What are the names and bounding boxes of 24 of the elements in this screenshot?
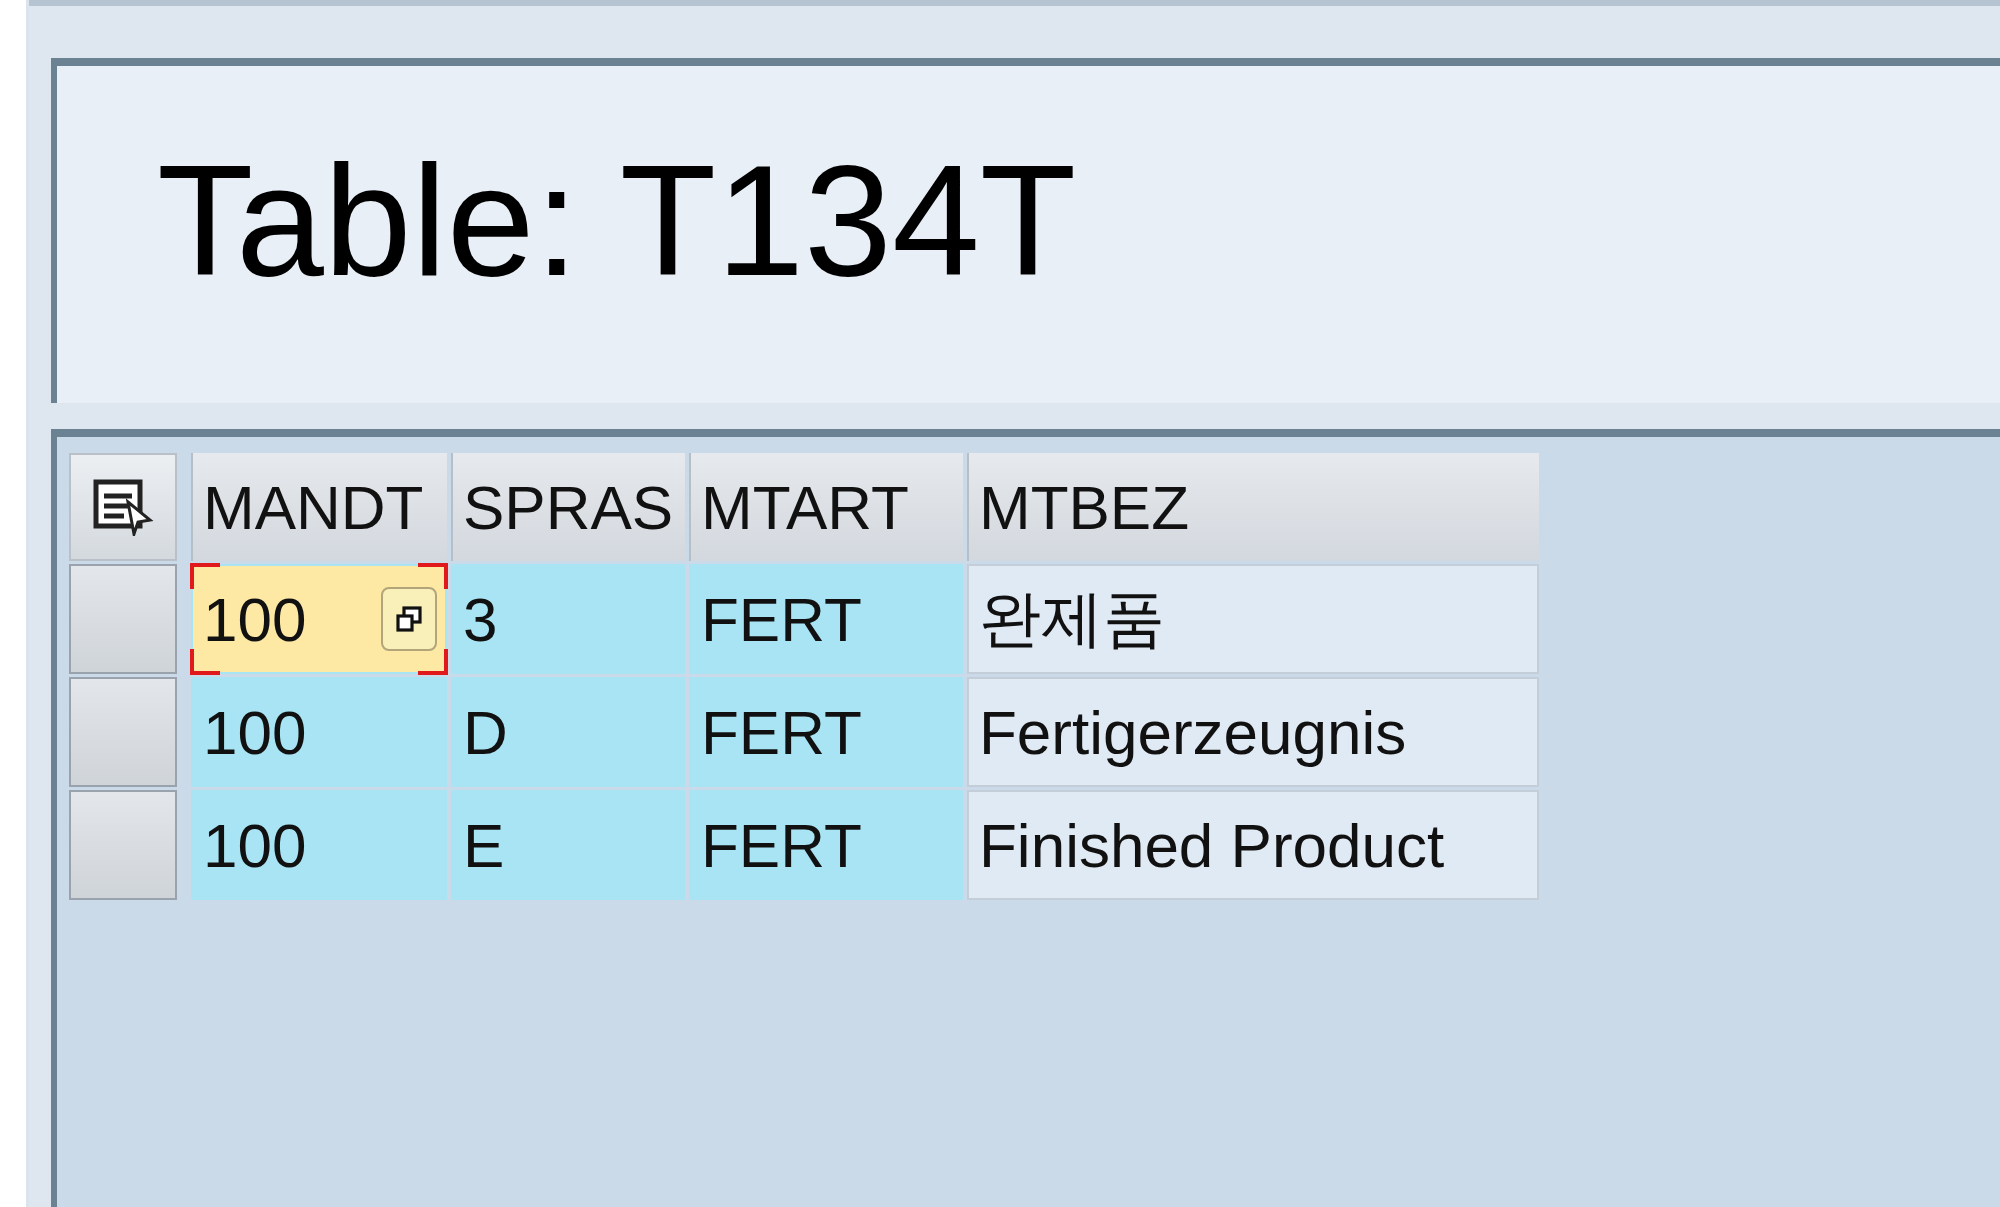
windows-icon [396,606,422,632]
table-title: Table: T134T [157,140,1077,299]
table-cell: 100 [191,677,447,787]
column-header[interactable]: SPRAS [451,453,685,561]
column-header[interactable]: MANDT [191,453,447,561]
table-cell: 100 [191,790,447,900]
table-cell: Fertigerzeugnis [967,677,1539,787]
table-cell: 3 [451,564,685,674]
row-selector[interactable] [69,790,177,900]
table-cell: Finished Product [967,790,1539,900]
column-layout-icon [92,478,154,536]
table-cell: 완제품 [967,564,1539,674]
value-help-button[interactable] [381,587,437,651]
table-cell: FERT [689,790,963,900]
column-header[interactable]: MTART [689,453,963,561]
table-cell: FERT [689,677,963,787]
column-header[interactable]: MTBEZ [967,453,1539,561]
table-cell: D [451,677,685,787]
select-all-button[interactable] [69,453,177,561]
table-cell: E [451,790,685,900]
focus-corner [190,563,220,589]
row-selector[interactable] [69,677,177,787]
table-cell: FERT [689,564,963,674]
input-field[interactable]: 100 [191,564,447,674]
